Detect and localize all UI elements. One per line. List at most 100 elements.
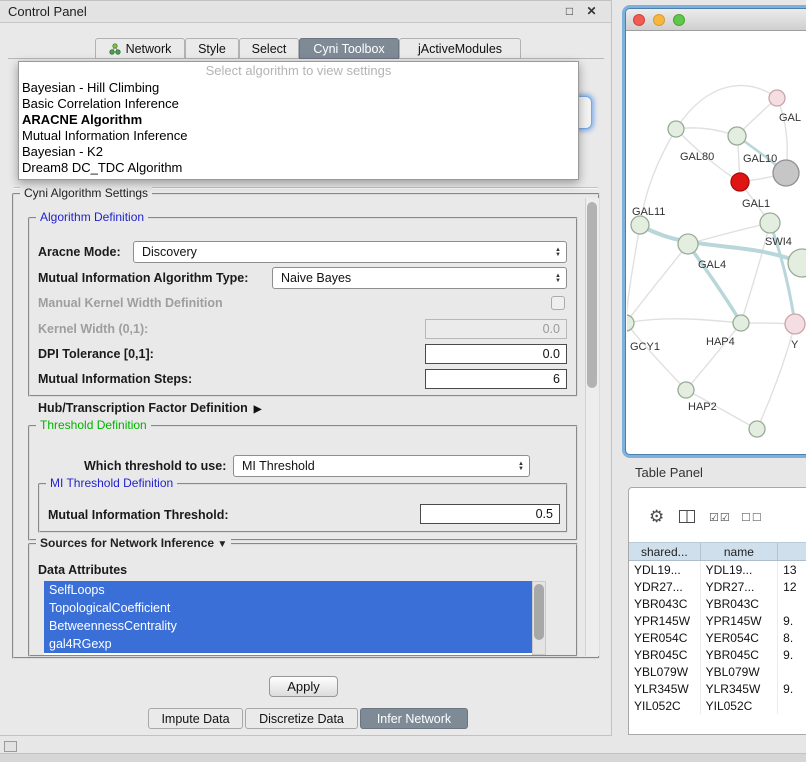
tab-style-label: Style bbox=[198, 42, 226, 56]
network-node[interactable] bbox=[678, 382, 694, 398]
tab-style[interactable]: Style bbox=[185, 38, 239, 59]
data-attribute-item[interactable]: BetweennessCentrality bbox=[44, 617, 532, 635]
network-node[interactable] bbox=[785, 314, 805, 334]
close-window-icon[interactable]: ✕ bbox=[584, 4, 599, 18]
tab-jactivemodules[interactable]: jActiveModules bbox=[399, 38, 521, 59]
network-node[interactable] bbox=[788, 249, 806, 277]
data-attribute-item[interactable]: SelfLoops bbox=[44, 581, 532, 599]
column-chooser-icon[interactable] bbox=[679, 510, 695, 528]
network-node[interactable] bbox=[631, 216, 649, 234]
table-row[interactable]: YER054CYER054C8. bbox=[629, 629, 806, 646]
algorithm-option[interactable]: ARACNE Algorithm bbox=[19, 112, 578, 128]
mi-threshold-field[interactable]: 0.5 bbox=[420, 504, 560, 524]
table-cell: YBR043C bbox=[701, 595, 779, 612]
network-edge[interactable] bbox=[688, 244, 741, 323]
table-panel-window: ⚙ ☑☑ ☐☐ shared...name YDL19...YDL19...13… bbox=[628, 487, 806, 735]
tab-cyni-toolbox[interactable]: Cyni Toolbox bbox=[299, 38, 399, 59]
control-panel-titlebar: Control Panel □ ✕ bbox=[0, 1, 611, 23]
table-row[interactable]: YLR345WYLR345W9. bbox=[629, 680, 806, 697]
table-cell: YBR045C bbox=[701, 646, 779, 663]
attributes-scrollbar-thumb[interactable] bbox=[534, 584, 544, 640]
tab-network-label: Network bbox=[126, 42, 172, 56]
gear-icon[interactable]: ⚙ bbox=[649, 507, 664, 527]
deselect-all-columns-icon[interactable]: ☐☐ bbox=[741, 511, 763, 524]
apply-button[interactable]: Apply bbox=[269, 676, 338, 697]
table-cell: YBR043C bbox=[629, 595, 701, 612]
table-row[interactable]: YBR043CYBR043C bbox=[629, 595, 806, 612]
cyni-algorithm-settings-title: Cyni Algorithm Settings bbox=[20, 186, 152, 200]
table-row[interactable]: YIL052CYIL052C bbox=[629, 697, 806, 714]
mi-type-select[interactable]: Naive Bayes ▲▼ bbox=[272, 267, 567, 289]
dpi-tolerance-field[interactable]: 0.0 bbox=[425, 344, 567, 364]
network-node[interactable] bbox=[749, 421, 765, 437]
data-attribute-item[interactable]: TopologicalCoefficient bbox=[44, 599, 532, 617]
network-edge[interactable] bbox=[676, 85, 777, 129]
network-node-label: SWI4 bbox=[765, 236, 792, 248]
network-edge[interactable] bbox=[686, 323, 741, 390]
table-row[interactable]: YDR27...YDR27...12 bbox=[629, 578, 806, 595]
tab-network[interactable]: Network bbox=[95, 38, 185, 59]
network-edge[interactable] bbox=[627, 225, 640, 323]
sources-group-title[interactable]: Sources for Network Inference ▼ bbox=[36, 536, 231, 550]
network-edge[interactable] bbox=[627, 323, 686, 390]
network-window-titlebar[interactable] bbox=[626, 9, 806, 31]
network-edge[interactable] bbox=[627, 244, 688, 323]
table-header-row: shared...name bbox=[629, 542, 806, 561]
network-canvas[interactable]: GALGAL80GAL10GAL11GAL1SWI4GAL4GCY1HAP4YH… bbox=[627, 31, 806, 455]
minimize-traffic-light-icon[interactable] bbox=[653, 14, 665, 26]
aracne-mode-label: Aracne Mode: bbox=[38, 245, 121, 259]
manual-kernel-label: Manual Kernel Width Definition bbox=[38, 296, 223, 310]
network-edge[interactable] bbox=[757, 324, 795, 429]
close-traffic-light-icon[interactable] bbox=[633, 14, 645, 26]
network-node[interactable] bbox=[731, 173, 749, 191]
network-node[interactable] bbox=[728, 127, 746, 145]
data-attribute-item[interactable]: gal4RGexp bbox=[44, 635, 532, 653]
algorithm-option[interactable]: Basic Correlation Inference bbox=[19, 96, 578, 112]
float-window-icon[interactable]: □ bbox=[562, 4, 577, 18]
column-header[interactable]: name bbox=[701, 543, 779, 560]
mi-type-value: Naive Bayes bbox=[281, 271, 351, 285]
network-node-label: GAL10 bbox=[743, 153, 777, 165]
settings-scrollbar-thumb[interactable] bbox=[587, 202, 597, 388]
network-node[interactable] bbox=[668, 121, 684, 137]
table-row[interactable]: YBR045CYBR045C9. bbox=[629, 646, 806, 663]
zoom-traffic-light-icon[interactable] bbox=[673, 14, 685, 26]
tab-impute-data[interactable]: Impute Data bbox=[148, 708, 243, 729]
algorithm-option[interactable]: Mutual Information Inference bbox=[19, 128, 578, 144]
tab-select[interactable]: Select bbox=[239, 38, 299, 59]
network-node[interactable] bbox=[760, 213, 780, 233]
mi-threshold-label: Mutual Information Threshold: bbox=[48, 508, 229, 522]
algorithm-option[interactable]: Dream8 DC_TDC Algorithm bbox=[19, 160, 578, 176]
mi-steps-field[interactable]: 6 bbox=[425, 369, 567, 389]
algorithm-popup-placeholder: Select algorithm to view settings bbox=[19, 62, 578, 80]
algorithm-option[interactable]: Bayesian - Hill Climbing bbox=[19, 80, 578, 96]
which-threshold-select[interactable]: MI Threshold ▲▼ bbox=[233, 455, 530, 477]
collapse-right-icon[interactable]: ▶ bbox=[254, 404, 262, 415]
network-node[interactable] bbox=[733, 315, 749, 331]
tab-infer-network[interactable]: Infer Network bbox=[360, 708, 468, 729]
table-row[interactable]: YDL19...YDL19...13 bbox=[629, 561, 806, 578]
network-edge[interactable] bbox=[627, 319, 741, 323]
network-edge[interactable] bbox=[688, 223, 770, 244]
hub-definition-label[interactable]: Hub/Transcription Factor Definition▶ bbox=[38, 401, 261, 415]
table-cell: 13 bbox=[778, 561, 806, 578]
table-cell: YIL052C bbox=[701, 697, 779, 714]
table-cell: 9. bbox=[778, 612, 806, 629]
network-node[interactable] bbox=[678, 234, 698, 254]
table-row[interactable]: YPR145WYPR145W9. bbox=[629, 612, 806, 629]
column-header[interactable]: shared... bbox=[629, 543, 701, 560]
table-cell: 9. bbox=[778, 646, 806, 663]
combo-arrows-icon: ▲▼ bbox=[518, 457, 524, 477]
collapse-down-icon[interactable]: ▼ bbox=[217, 539, 227, 550]
network-node[interactable] bbox=[769, 90, 785, 106]
mi-type-label: Mutual Information Algorithm Type: bbox=[38, 271, 248, 285]
column-header[interactable] bbox=[778, 543, 806, 560]
algorithm-option[interactable]: Bayesian - K2 bbox=[19, 144, 578, 160]
network-node[interactable] bbox=[627, 315, 634, 331]
select-all-columns-icon[interactable]: ☑☑ bbox=[709, 511, 731, 524]
aracne-mode-select[interactable]: Discovery ▲▼ bbox=[133, 241, 567, 263]
table-row[interactable]: YBL079WYBL079W bbox=[629, 663, 806, 680]
tab-discretize-data[interactable]: Discretize Data bbox=[245, 708, 358, 729]
window-gripper[interactable] bbox=[4, 741, 17, 752]
table-cell bbox=[778, 663, 806, 680]
